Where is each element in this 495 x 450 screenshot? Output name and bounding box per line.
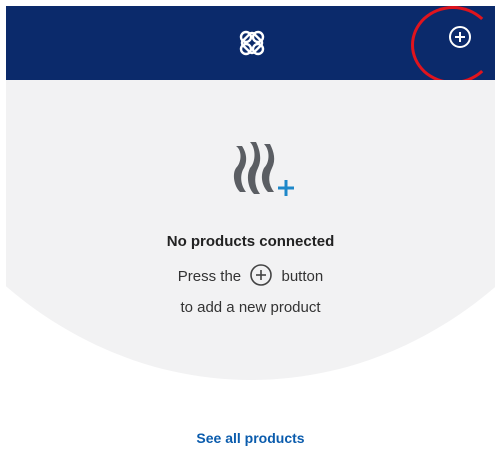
empty-panel — [6, 80, 495, 380]
hint-before: Press the — [177, 267, 242, 285]
knot-logo-icon — [239, 30, 265, 56]
highlight-circle — [411, 6, 495, 84]
hint-line-1: Press the button — [6, 264, 495, 289]
product-add-icon — [233, 142, 294, 196]
hint-line-2: to add a new product — [180, 299, 321, 316]
empty-title: No products connected — [166, 233, 335, 250]
see-all-products-link[interactable]: See all products — [6, 430, 495, 446]
plus-circle-icon — [250, 264, 273, 286]
hint-after: button — [281, 267, 324, 285]
